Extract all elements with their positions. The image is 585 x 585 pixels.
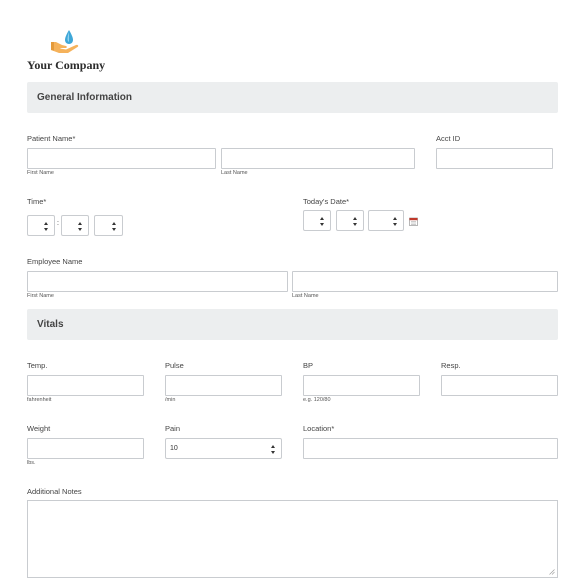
time-label-text: Time [27,197,44,206]
employee-name-label: Employee Name [27,257,83,266]
time-minute-select[interactable] [61,215,89,236]
temp-label: Temp. [27,361,48,370]
pain-select[interactable]: 10 [165,438,282,459]
acct-id-input[interactable] [436,148,553,169]
additional-notes-label: Additional Notes [27,487,82,496]
time-separator: : [57,220,59,227]
first-name-sublabel: First Name [27,293,54,299]
temp-input[interactable] [27,375,144,396]
pulse-label: Pulse [165,361,184,370]
select-arrows-icon [44,222,49,231]
select-arrows-icon [393,217,398,226]
location-input[interactable] [303,438,558,459]
todays-date-label-text: Today's Date [303,197,347,206]
bp-input[interactable] [303,375,420,396]
patient-last-name-input[interactable] [221,148,415,169]
acct-id-label: Acct ID [436,134,461,143]
weight-label: Weight [27,424,51,433]
patient-name-label-text: Patient Name [27,134,73,143]
resp-label: Resp. [441,361,461,370]
date-day-select[interactable] [336,210,364,231]
resp-input[interactable] [441,375,558,396]
resize-grip-icon[interactable] [549,569,555,575]
calendar-icon[interactable] [409,213,418,226]
required-mark: * [331,424,335,433]
location-label: Location* [303,424,334,433]
pulse-sublabel: /min [165,397,176,403]
select-arrows-icon [353,217,358,226]
time-ampm-select[interactable] [94,215,123,236]
time-hour-select[interactable] [27,215,55,236]
pain-label: Pain [165,424,181,433]
section-title: General Information [37,92,133,103]
patient-first-name-input[interactable] [27,148,216,169]
pain-select-value: 10 [170,445,178,452]
last-name-sublabel: Last Name [292,293,319,299]
hand-water-drop-icon [51,30,79,53]
required-mark: * [72,134,76,143]
section-vitals: Vitals [27,309,558,340]
select-arrows-icon [320,217,325,226]
pulse-input[interactable] [165,375,282,396]
todays-date-label: Today's Date* [303,197,349,206]
first-name-sublabel: First Name [27,170,54,176]
weight-input[interactable] [27,438,144,459]
additional-notes-textarea[interactable] [27,500,558,578]
last-name-sublabel: Last Name [221,170,248,176]
bp-label: BP [303,361,314,370]
employee-last-name-input[interactable] [292,271,558,292]
select-arrows-icon [112,222,117,231]
date-year-select[interactable] [368,210,404,231]
section-general-information: General Information [27,82,558,113]
company-name: Your Company [27,58,106,72]
time-label: Time* [27,197,46,206]
company-logo [50,28,80,54]
employee-first-name-input[interactable] [27,271,288,292]
temp-sublabel: fahrenheit [27,397,52,403]
weight-sublabel: lbs. [27,460,36,466]
select-arrows-icon [78,222,83,231]
section-title: Vitals [37,319,64,330]
required-mark: * [346,197,350,206]
bp-sublabel: e.g. 120/80 [303,397,331,403]
required-mark: * [43,197,47,206]
patient-name-label: Patient Name* [27,134,75,143]
location-label-text: Location [303,424,332,433]
select-arrows-icon [271,445,276,454]
date-month-select[interactable] [303,210,331,231]
